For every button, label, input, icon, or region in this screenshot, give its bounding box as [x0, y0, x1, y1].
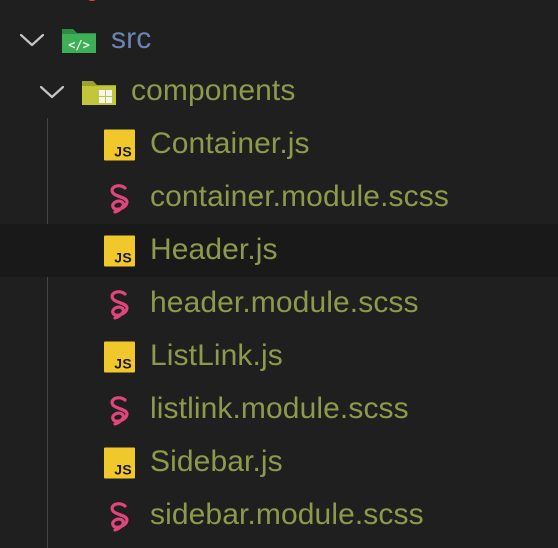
tree-file-row[interactable]: header.module.scss: [0, 277, 558, 330]
svg-text:</>: </>: [68, 38, 90, 52]
file-label: Container.js: [150, 126, 310, 160]
file-explorer: </> src components JS Container.js conta…: [0, 0, 558, 548]
tree-folder-src[interactable]: </> src: [0, 13, 558, 66]
javascript-icon: JS: [104, 341, 135, 372]
chevron-down-icon[interactable]: [19, 32, 45, 48]
tree-file-row[interactable]: sidebar.module.scss: [0, 489, 558, 542]
tree-file-row[interactable]: container.module.scss: [0, 171, 558, 224]
folder-components-open-icon: [82, 80, 116, 105]
tree-file-row[interactable]: listlink.module.scss: [0, 383, 558, 436]
tree-file-row[interactable]: JS Container.js: [0, 118, 558, 171]
chevron-down-icon[interactable]: [39, 84, 65, 100]
file-icon-partial: [88, 0, 96, 1]
file-label: sidebar.module.scss: [150, 497, 424, 531]
file-label: ListLink.js: [150, 338, 283, 372]
javascript-icon: JS: [104, 129, 135, 160]
sass-icon: [110, 395, 129, 426]
file-label: container.module.scss: [150, 179, 449, 213]
sass-icon: [110, 501, 129, 532]
folder-src-open-icon: </>: [62, 28, 96, 53]
file-label: Header.js: [150, 232, 278, 266]
javascript-icon: JS: [104, 235, 135, 266]
folder-label-src: src: [111, 21, 152, 55]
file-label: Sidebar.js: [150, 444, 283, 478]
file-label: listlink.module.scss: [150, 391, 409, 425]
sass-icon: [110, 183, 129, 214]
tree-file-row[interactable]: JS ListLink.js: [0, 330, 558, 383]
tree-file-row[interactable]: JS Sidebar.js: [0, 436, 558, 489]
sass-icon: [110, 289, 129, 320]
file-label: header.module.scss: [150, 285, 419, 319]
tree-file-row-hovered[interactable]: JS Header.js: [0, 224, 558, 277]
tree-folder-components[interactable]: components: [0, 65, 558, 118]
javascript-icon: JS: [104, 447, 135, 478]
folder-label-components: components: [131, 73, 296, 107]
